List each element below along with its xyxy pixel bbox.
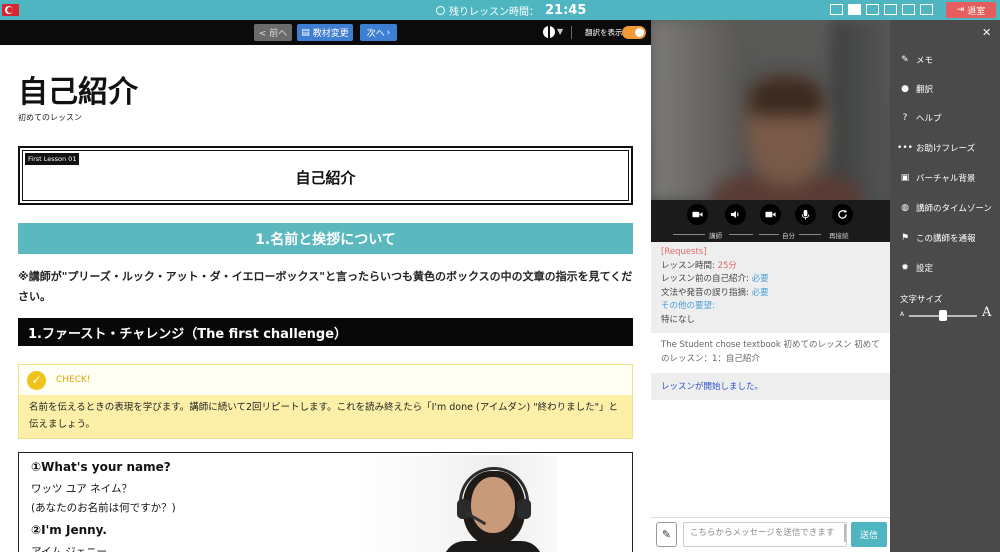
layout-full-icon[interactable] (920, 4, 933, 15)
check-body: 名前を伝えるときの表現を学びます。講師に続いて2回リピートします。これを読み終え… (19, 395, 632, 438)
chat-panel: [Requests] レッスン時間: 25分 レッスン前の自己紹介: 必要 文法… (651, 242, 890, 517)
flag-icon: ⚑ (900, 233, 910, 243)
speaker-icon (730, 210, 739, 219)
material-toolbar: < 前へ ▤ 教材変更 次へ › ▼ 翻訳を表示 (0, 20, 651, 45)
microphone-icon (801, 209, 810, 220)
book-icon: ▤ (301, 27, 310, 38)
challenge-header: 1.ファースト・チャレンジ（The first challenge） (18, 318, 633, 346)
tutor-video (651, 20, 890, 200)
font-large-icon: A (982, 305, 992, 320)
lesson-content: 自己紹介 初めてのレッスン First Lesson 01 自己紹介 1.名前と… (0, 45, 651, 552)
toolbar-divider (571, 26, 572, 39)
dialog-box: ①What's your name? ワッツ ユア ネイム？ (あなたのお名前は… (18, 452, 633, 552)
video-camera-icon (765, 211, 776, 218)
turkey-flag-icon (2, 4, 19, 16)
sidebar-item-report[interactable]: ⚑ この講師を通報 (900, 230, 976, 246)
layout-single-icon[interactable] (830, 4, 843, 15)
check-label: CHECK! (56, 375, 91, 385)
chevron-down-icon[interactable]: ▼ (557, 27, 563, 36)
tutor-controls-label: 講師 (709, 232, 722, 240)
reconnect-label: 再接続 (829, 232, 849, 240)
page-subtitle: 初めてのレッスン (18, 113, 82, 122)
globe-icon: ● (901, 84, 909, 94)
change-material-button[interactable]: ▤ 教材変更 (297, 24, 353, 41)
tutor-volume-button[interactable] (725, 204, 746, 225)
requests-message: [Requests] レッスン時間: 25分 レッスン前の自己紹介: 必要 文法… (651, 242, 890, 333)
gear-icon: ✹ (901, 263, 909, 273)
timer-value: 21:45 (545, 2, 587, 18)
dialog-question-1: ①What's your name? (31, 460, 171, 474)
font-small-icon: A (900, 311, 905, 318)
image-icon: ▣ (900, 173, 910, 183)
video-camera-icon (692, 211, 703, 218)
top-bar: 残りレッスン時間： 21:45 ⇥ 退室 (0, 0, 1000, 20)
font-size-label: 文字サイズ (900, 295, 943, 305)
chevron-right-icon: › (386, 27, 391, 38)
close-icon[interactable]: ✕ (982, 26, 991, 39)
chat-input-scrollbar[interactable] (844, 524, 846, 542)
sidebar-item-settings[interactable]: ✹ 設定 (900, 260, 933, 276)
tutor-camera-button[interactable] (687, 204, 708, 225)
sidebar: ✕ ✎ メモ ● 翻訳 ? ヘルプ ••• お助けフレーズ ▣ バーチャル背景 … (890, 20, 1000, 552)
video-controls: 講師 自分 再接続 (651, 200, 890, 242)
sidebar-item-memo[interactable]: ✎ メモ (900, 52, 933, 68)
sidebar-item-translate[interactable]: ● 翻訳 (900, 81, 933, 97)
check-icon: ✓ (27, 370, 46, 390)
next-button[interactable]: 次へ › (360, 24, 397, 41)
sidebar-item-help[interactable]: ? ヘルプ (900, 110, 942, 126)
layout-grid-icon[interactable] (884, 4, 897, 15)
language-globe-icon[interactable] (543, 26, 555, 38)
chat-input[interactable]: こちらからメッセージを送信できます (683, 522, 847, 547)
dialog-answer-2-kana: アイム ジェニー (31, 546, 108, 552)
lesson-timer: 残りレッスン時間： 21:45 (436, 2, 586, 18)
translation-toggle[interactable] (622, 26, 646, 39)
lesson-box-title: 自己紹介 (295, 169, 356, 187)
sidebar-item-virtual-background[interactable]: ▣ バーチャル背景 (900, 170, 976, 186)
chat-message-started: レッスンが開始しました。 (651, 373, 890, 400)
instruction-note: ※講師が"プリーズ・ルック・アット・ダ・イエローボックス"と言ったらいつも黄色の… (18, 270, 633, 303)
page-title: 自己紹介 (18, 75, 138, 110)
layout-pip-icon[interactable] (866, 4, 879, 15)
dialog-answer-2: ②I'm Jenny. (31, 523, 107, 537)
send-button[interactable]: 送信 (851, 522, 887, 547)
sidebar-item-phrases[interactable]: ••• お助けフレーズ (897, 140, 975, 156)
edit-icon: ✎ (901, 55, 909, 65)
chat-message-textbook: The Student chose textbook 初めてのレッスン 初めての… (651, 333, 890, 373)
lesson-tag: First Lesson 01 (25, 153, 80, 165)
self-mic-button[interactable] (795, 204, 816, 225)
reconnect-button[interactable] (832, 204, 853, 225)
check-box: ✓ CHECK! 名前を伝えるときの表現を学びます。講師に続いて2回リピートしま… (18, 364, 633, 439)
dialog-question-1-japanese: (あなたのお名前は何ですか？) (31, 502, 176, 514)
attachment-icon: ✎ (661, 528, 672, 541)
sidebar-item-timezone[interactable]: ◍ 講師のタイムゾーン (900, 200, 992, 216)
font-size-slider-thumb[interactable] (939, 310, 947, 321)
help-icon: ? (902, 113, 908, 123)
timer-label: 残りレッスン時間： (449, 6, 539, 18)
layout-split-icon[interactable] (848, 4, 861, 15)
prev-button[interactable]: < 前へ (254, 24, 292, 41)
layout-wide-icon[interactable] (902, 4, 915, 15)
layout-switcher (830, 4, 933, 15)
section-header: 1.名前と挨拶について (18, 223, 633, 254)
exit-icon: ⇥ (956, 5, 965, 15)
self-controls-label: 自分 (782, 232, 795, 240)
dialog-question-1-kana: ワッツ ユア ネイム？ (31, 483, 132, 495)
exit-button[interactable]: ⇥ 退室 (946, 2, 996, 18)
translation-toggle-label: 翻訳を表示 (585, 28, 623, 37)
attach-button[interactable]: ✎ (656, 522, 677, 547)
clock-icon (436, 5, 445, 15)
refresh-icon (838, 209, 848, 219)
speech-bubble-icon: ••• (897, 143, 913, 153)
lesson-title-box: First Lesson 01 自己紹介 (18, 146, 633, 205)
world-icon: ◍ (901, 203, 909, 213)
self-camera-button[interactable] (760, 204, 781, 225)
chat-input-area: ✎ こちらからメッセージを送信できます 送信 (651, 518, 890, 552)
